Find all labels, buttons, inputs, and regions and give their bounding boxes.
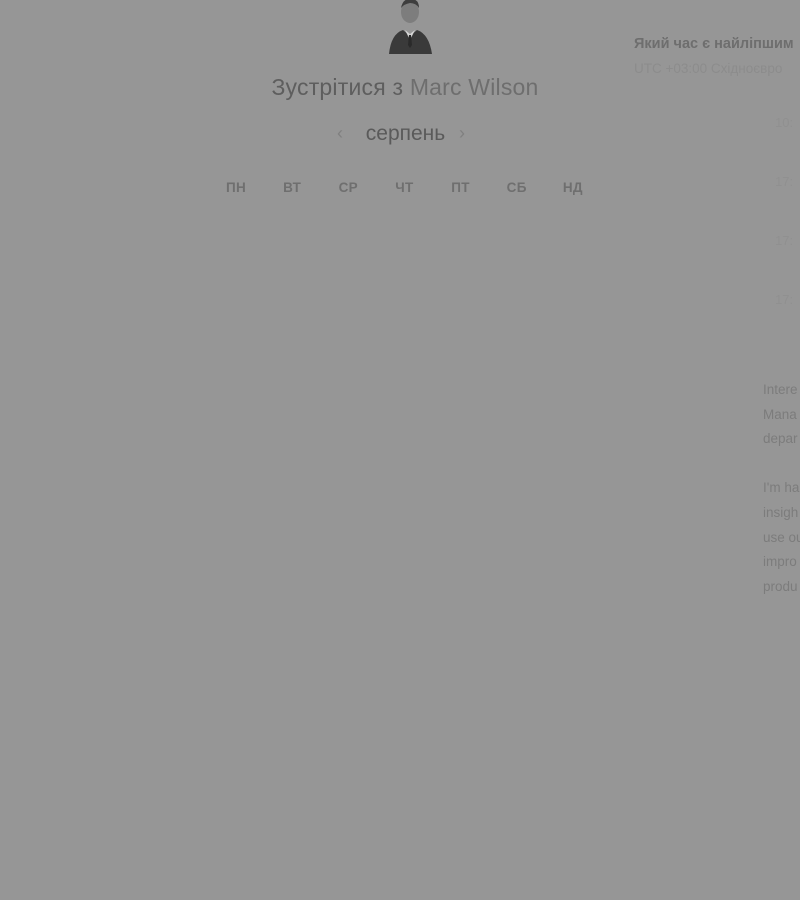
calendar-week-row <box>208 400 601 456</box>
calendar-day[interactable] <box>489 400 545 456</box>
time-slot[interactable]: 17: <box>775 233 793 292</box>
time-slot[interactable]: 17: <box>775 174 793 233</box>
calendar-day[interactable] <box>264 232 320 288</box>
time-question: Який час є найліпшим <box>634 36 794 52</box>
month-navigation: ‹ серпень › <box>333 120 478 150</box>
calendar-week-row <box>208 232 601 288</box>
time-slot[interactable]: 10: <box>775 115 793 174</box>
weekday-thu: ЧТ <box>395 180 414 195</box>
title-prefix: Зустрітися з <box>271 74 410 100</box>
description-line: impro <box>763 554 797 570</box>
description-line: insigh <box>763 504 799 520</box>
weekday-mon: ПН <box>226 180 247 195</box>
calendar-day[interactable] <box>545 202 601 232</box>
calendar-day[interactable] <box>433 344 489 400</box>
calendar-day[interactable] <box>208 288 264 344</box>
weekday-header: ПН ВТ СР ЧТ ПТ СБ НД <box>208 180 601 202</box>
calendar-week-row <box>208 288 601 344</box>
chevron-right-icon[interactable]: › <box>459 124 465 142</box>
weekday-wed: СР <box>338 180 358 195</box>
month-label: серпень <box>365 122 446 145</box>
timezone-selector[interactable]: UTC +03:00 Східноєвро <box>634 61 800 76</box>
calendar-day[interactable] <box>489 288 545 344</box>
description-line: depar <box>763 431 798 447</box>
description-line: use ou <box>763 529 800 545</box>
calendar-day[interactable] <box>320 232 376 288</box>
calendar-day[interactable] <box>376 400 432 456</box>
meeting-description: Intere Mana depar I'm ha insigh use ou i… <box>763 378 800 624</box>
description-paragraph: I'm ha insigh use ou impro produ <box>763 476 800 599</box>
calendar-day[interactable] <box>264 344 320 400</box>
description-paragraph: Intere Mana depar <box>763 378 800 452</box>
calendar-day[interactable] <box>320 400 376 456</box>
calendar-day[interactable] <box>208 202 264 232</box>
calendar-day[interactable] <box>433 288 489 344</box>
calendar-day[interactable] <box>208 232 264 288</box>
calendar-day[interactable] <box>433 232 489 288</box>
calendar-day[interactable] <box>545 288 601 344</box>
page-title: Зустрітися з Marc Wilson <box>0 74 800 101</box>
time-selection-panel: Який час є найліпшим UTC +03:00 Східноєв… <box>634 36 800 76</box>
calendar-day[interactable] <box>489 344 545 400</box>
calendar-day[interactable] <box>320 202 376 232</box>
calendar-day[interactable] <box>264 288 320 344</box>
booking-page: Зустрітися з Marc Wilson ‹ серпень › ПН … <box>0 0 800 900</box>
calendar-day[interactable] <box>545 400 601 456</box>
description-line: produ <box>763 578 798 594</box>
calendar-day[interactable] <box>489 232 545 288</box>
calendar: ПН ВТ СР ЧТ ПТ СБ НД <box>208 180 601 456</box>
calendar-day[interactable] <box>376 288 432 344</box>
weekday-tue: ВТ <box>283 180 302 195</box>
time-slot[interactable]: 17: <box>775 292 793 351</box>
calendar-day[interactable] <box>320 288 376 344</box>
description-line: Intere <box>763 382 798 397</box>
calendar-week-row <box>208 344 601 400</box>
weekday-sat: СБ <box>506 180 527 195</box>
calendar-day[interactable] <box>545 232 601 288</box>
calendar-day[interactable] <box>545 344 601 400</box>
calendar-day[interactable] <box>208 400 264 456</box>
calendar-week-row <box>208 202 601 232</box>
calendar-day[interactable] <box>376 232 432 288</box>
calendar-day[interactable] <box>433 400 489 456</box>
avatar-image <box>389 0 432 54</box>
host-name: Marc Wilson <box>409 74 539 100</box>
calendar-day[interactable] <box>264 202 320 232</box>
calendar-day[interactable] <box>433 202 489 232</box>
calendar-day[interactable] <box>208 344 264 400</box>
description-line: Mana <box>763 406 797 422</box>
description-line: I'm ha <box>763 480 800 496</box>
calendar-day[interactable] <box>264 400 320 456</box>
calendar-day[interactable] <box>376 344 432 400</box>
time-slot-list: 10: 17: 17: 17: <box>775 115 793 351</box>
weekday-sun: НД <box>562 180 583 195</box>
calendar-day[interactable] <box>320 344 376 400</box>
calendar-day[interactable] <box>489 202 545 232</box>
weekday-fri: ПТ <box>451 180 470 195</box>
host-avatar <box>383 0 437 54</box>
calendar-grid <box>208 202 601 456</box>
calendar-day[interactable] <box>376 202 432 232</box>
